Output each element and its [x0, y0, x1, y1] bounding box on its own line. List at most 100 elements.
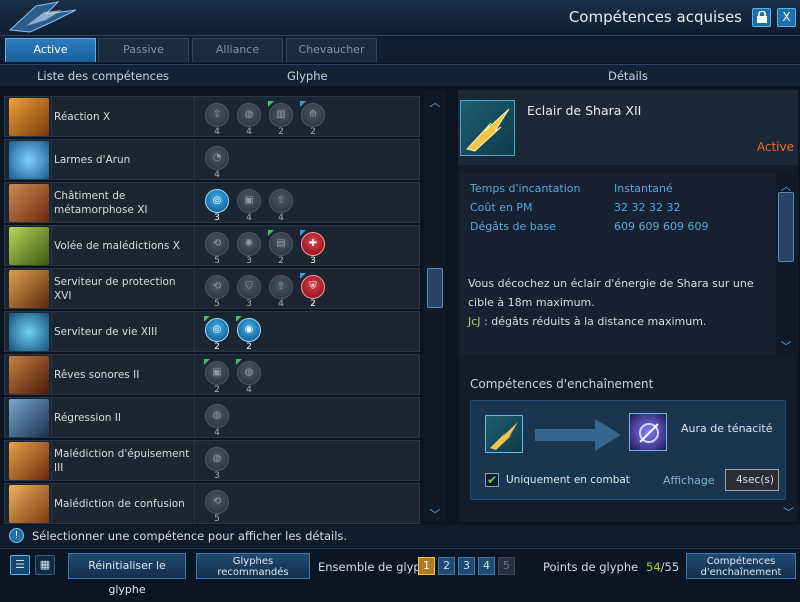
chain-skill-name: Aura de ténacité	[681, 422, 773, 435]
glyph-slots: ◎ 2 ◉ 2	[195, 311, 420, 352]
chain-section-title: Compétences d'enchaînement	[470, 377, 654, 391]
glyph-slot-icon[interactable]: ◔	[205, 146, 229, 170]
glyph-slot-icon[interactable]: ✚	[301, 232, 325, 256]
scroll-up-icon[interactable]: ︿	[428, 94, 442, 109]
status-text: Sélectionner une compétence pour affiche…	[32, 529, 348, 543]
scroll-up-icon[interactable]: ︿	[779, 178, 793, 193]
tab-chevaucher[interactable]: Chevaucher	[286, 38, 377, 62]
glyph-slots: ⟲ 5	[195, 483, 420, 524]
glyph-slot-icon[interactable]: ◎	[205, 318, 229, 342]
details-header: Eclair de Shara XII Active	[458, 90, 798, 165]
glyph-slot-icon[interactable]: ✺	[237, 232, 261, 256]
glyph-slot-icon[interactable]: ◍	[237, 103, 261, 127]
aura-icon[interactable]	[629, 413, 667, 451]
title-bar: Compétences acquises X	[0, 0, 800, 36]
info-icon: !	[9, 528, 24, 543]
skill-name: Malédiction de confusion	[52, 483, 195, 524]
bottom-bar: ☰ ▦ Réinitialiser le glyphe Glyphes recom…	[0, 548, 800, 596]
scroll-down-icon[interactable]: ﹀	[779, 338, 793, 353]
skill-name: Rêves sonores II	[52, 354, 195, 395]
glyph-slot-icon[interactable]: ◉	[237, 318, 261, 342]
skill-row-volee[interactable]: Volée de malédictions X ⟲ 5 ✺ 3 ▤ 2 ✚ 3	[4, 225, 420, 266]
window-title: Compétences acquises	[568, 8, 742, 26]
glyph-slot-icon[interactable]: ⟲	[205, 275, 229, 299]
skill-icon-reaction	[9, 98, 49, 136]
skill-name: Larmes d'Arun	[52, 139, 195, 180]
skill-row-confusion[interactable]: Malédiction de confusion ⟲ 5	[4, 483, 420, 524]
scroll-thumb[interactable]	[427, 268, 443, 308]
skill-row-reaction[interactable]: Réaction X ⇧ 4 ◍ 4 ▥ 2 ⟰ 2	[4, 96, 420, 137]
glyph-slots: ◍ 3	[195, 440, 420, 481]
skill-icon-volee	[9, 227, 49, 265]
skill-row-larmes[interactable]: Larmes d'Arun ◔ 4	[4, 139, 420, 180]
skill-row-chatiment[interactable]: Châtiment de métamorphose XI ◎ 3 ▣ 4 ⇧ 4	[4, 182, 420, 223]
glyph-slot-icon[interactable]: ⇧	[269, 275, 293, 299]
skill-name: Serviteur de protection XVI	[52, 268, 195, 309]
tab-passive[interactable]: Passive	[98, 38, 189, 62]
prop-label: Coût en PM	[470, 201, 533, 214]
glyph-slot-icon[interactable]: ⇧	[269, 189, 293, 213]
prop-label: Temps d'incantation	[470, 182, 581, 195]
skill-row-reves[interactable]: Rêves sonores II ▣ 2 ◍ 4	[4, 354, 420, 395]
scroll-thumb[interactable]	[778, 192, 794, 262]
tab-active[interactable]: Active	[5, 38, 96, 62]
glyph-slot-icon[interactable]: ▣	[237, 189, 261, 213]
glyph-slot-icon[interactable]: ⟲	[205, 232, 229, 256]
glyph-slots: ◔ 4	[195, 139, 420, 180]
close-button[interactable]: X	[777, 8, 796, 27]
skill-icon-regression	[9, 399, 49, 437]
lock-icon[interactable]	[752, 8, 771, 27]
glyph-set-4[interactable]: 4	[478, 557, 495, 575]
glyph-set-label: Ensemble de glyp	[318, 560, 421, 574]
glyph-set-3[interactable]: 3	[458, 557, 475, 575]
glyph-set-5[interactable]: 5	[498, 557, 515, 575]
skill-list-scrollbar[interactable]: ︿ ﹀	[424, 90, 446, 522]
glyph-slot-icon[interactable]: ⟲	[205, 490, 229, 514]
glyph-set-1[interactable]: 1	[418, 557, 435, 575]
skill-description: Vous décochez un éclair d'énergie de Sha…	[468, 277, 754, 328]
tab-bar: Active Passive Alliance Chevaucher	[0, 36, 800, 63]
glyph-set-2[interactable]: 2	[438, 557, 455, 575]
grid-view-icon[interactable]: ▦	[35, 555, 55, 575]
skill-name: Volée de malédictions X	[52, 225, 195, 266]
tab-alliance[interactable]: Alliance	[192, 38, 283, 62]
pvp-tag: JcJ	[468, 315, 481, 328]
skill-icon-reves	[9, 356, 49, 394]
header-skill-list: Liste des compétences	[37, 69, 170, 83]
glyph-slots: ◍ 4	[195, 397, 420, 438]
skill-row-regression[interactable]: Régression II ◍ 4	[4, 397, 420, 438]
reset-glyph-button[interactable]: Réinitialiser le glyphe	[68, 553, 186, 596]
list-view-icon[interactable]: ☰	[10, 555, 30, 575]
skill-row-serviteur-protection[interactable]: Serviteur de protection XVI ⟲ 5 ⛉ 3 ⇧ 4 ⛨ 2	[4, 268, 420, 309]
glyph-slot-icon[interactable]: ⇧	[205, 103, 229, 127]
recommended-glyphs-button[interactable]: Glyphes recommandés	[196, 553, 310, 579]
game-logo-icon	[8, 1, 77, 33]
glyph-slot-icon[interactable]: ▣	[205, 361, 229, 385]
skill-name: Châtiment de métamorphose XI	[52, 182, 195, 223]
skill-icon-larmes	[9, 141, 49, 179]
glyph-slot-icon[interactable]: ◍	[205, 447, 229, 471]
skill-icon-confusion	[9, 485, 49, 523]
glyph-slot-icon[interactable]: ⛨	[301, 275, 325, 299]
glyph-slot-icon[interactable]: ◍	[205, 404, 229, 428]
skill-row-serviteur-vie[interactable]: Serviteur de vie XIII ◎ 2 ◉ 2	[4, 311, 420, 352]
glyph-slot-icon[interactable]: ◍	[237, 361, 261, 385]
pvp-note: : dégâts réduits à la distance maximum.	[480, 315, 707, 328]
details-scrollbar[interactable]: ︿ ﹀	[776, 174, 796, 354]
skill-icon-serviteur-protection	[9, 270, 49, 308]
glyph-slot-icon[interactable]: ▥	[269, 103, 293, 127]
glyph-slot-icon[interactable]: ▤	[269, 232, 293, 256]
display-duration-field[interactable]: 4sec(s)	[725, 469, 779, 491]
scroll-down-icon[interactable]: ﹀	[428, 506, 442, 521]
glyph-slot-icon[interactable]: ◎	[205, 189, 229, 213]
glyph-slots: ⇧ 4 ◍ 4 ▥ 2 ⟰ 2	[195, 96, 420, 137]
chain-skills-button[interactable]: Compétences d'enchaînement	[686, 553, 796, 579]
glyph-slot-icon[interactable]: ⛉	[237, 275, 261, 299]
prop-value: 32 32 32 32	[614, 201, 681, 214]
skill-title: Eclair de Shara XII	[527, 103, 642, 118]
scroll-down-icon[interactable]: ﹀	[783, 504, 794, 520]
glyph-slots: ⟲ 5 ⛉ 3 ⇧ 4 ⛨ 2	[195, 268, 420, 309]
glyph-slot-icon[interactable]: ⟰	[301, 103, 325, 127]
combat-only-checkbox[interactable]: ✔	[485, 473, 499, 487]
skill-row-epuisement[interactable]: Malédiction d'épuisement III ◍ 3	[4, 440, 420, 481]
